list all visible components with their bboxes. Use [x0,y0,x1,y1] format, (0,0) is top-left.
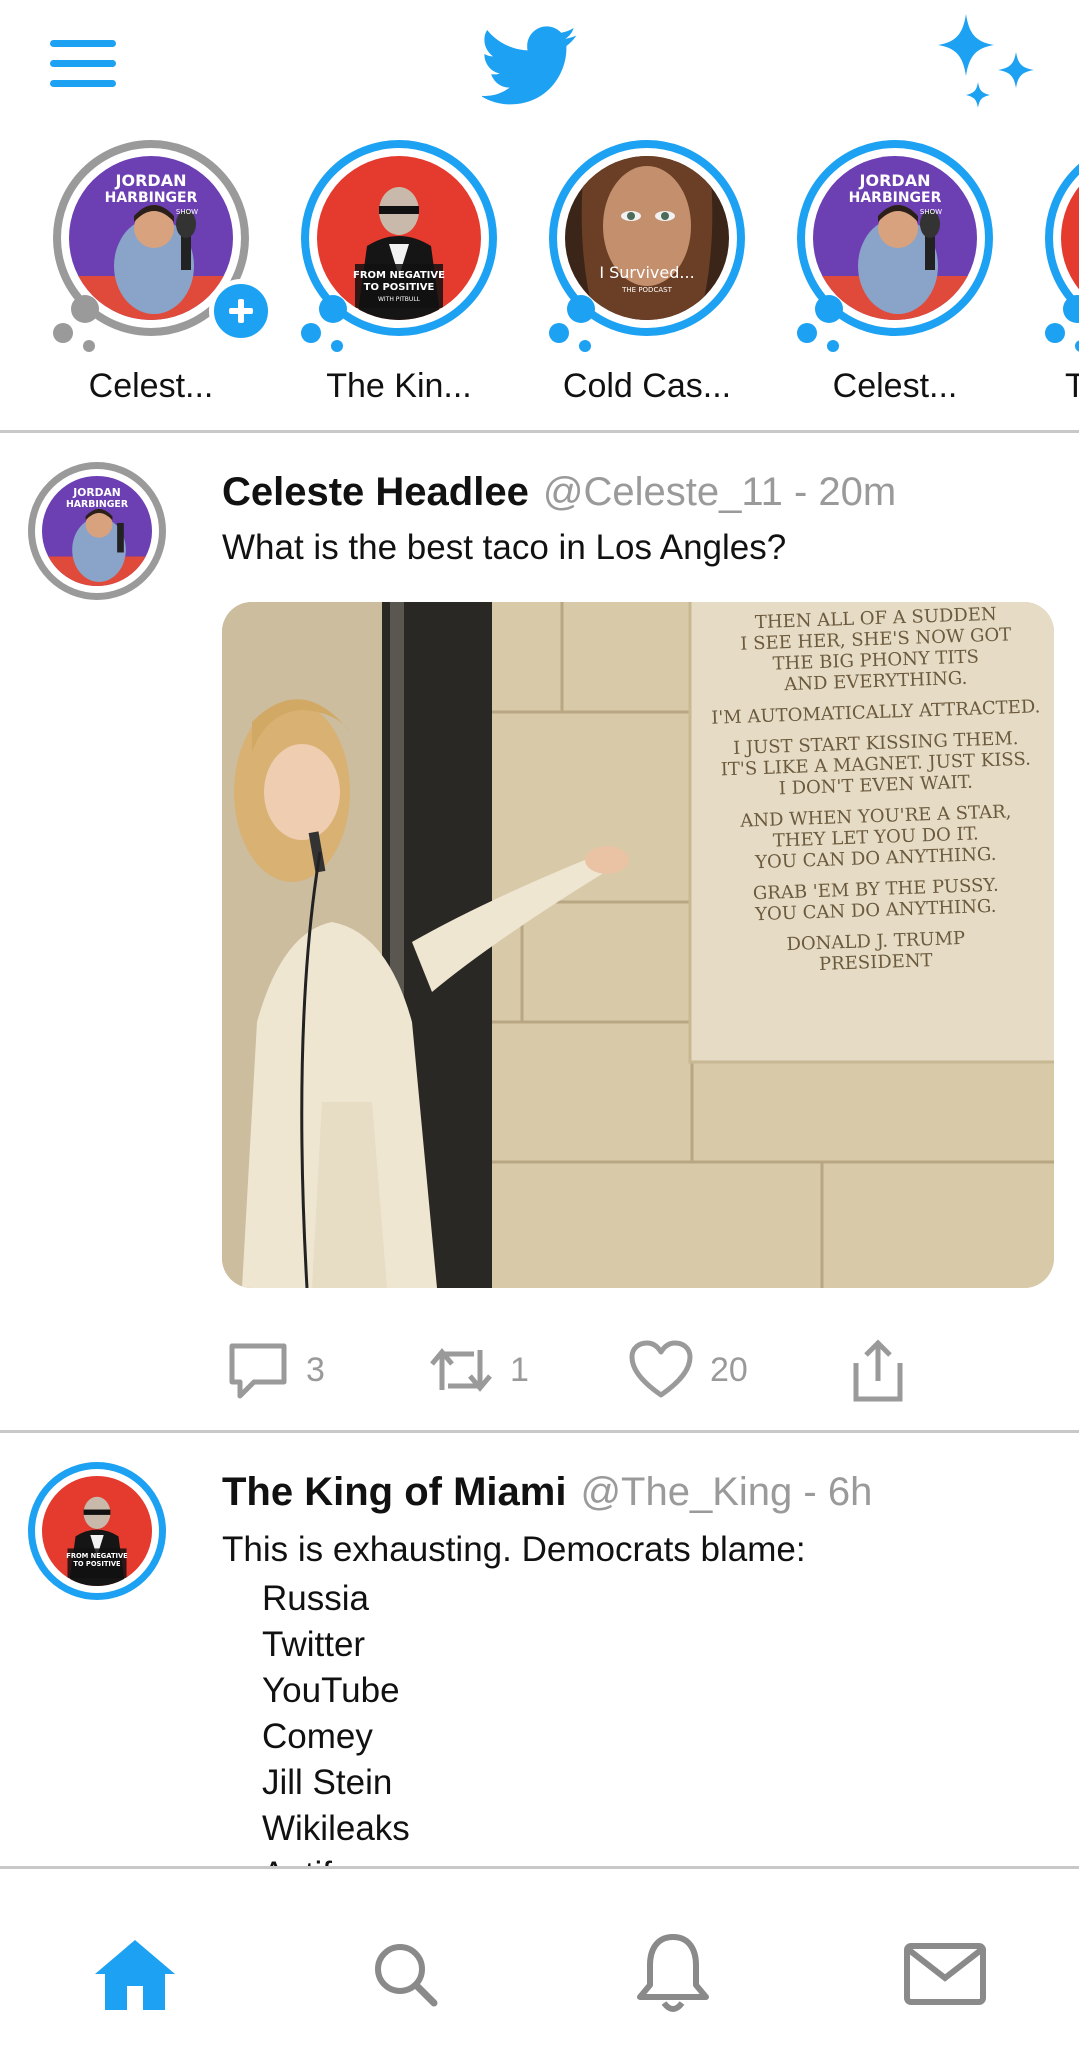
tweet-handle-time[interactable]: @The_King - 6h [580,1470,872,1514]
tweet-list-item: Twitter [262,1625,366,1664]
nav-notifications[interactable] [628,1929,718,2019]
home-icon [95,1940,175,2010]
nav-home[interactable] [90,1929,180,2019]
nav-messages[interactable] [900,1929,990,2019]
tweet-text: This is exhausting. Democrats blame: [222,1530,806,1569]
tweet-avatar[interactable]: FROM NEGATIVE TO POSITIVE [28,1462,166,1600]
tweet-list-item: Russia [262,1579,369,1618]
bell-icon [637,1934,709,2012]
mail-icon [904,1943,986,2005]
tweet-list-item: Jill Stein [262,1763,393,1802]
negative-line2-text: TO POSITIVE [73,1560,121,1568]
tweet-list: Russia Twitter YouTube Comey Jill Stein … [262,1576,410,1866]
tweet-list-item: YouTube [262,1671,400,1710]
negative-line1-text: FROM NEGATIVE [66,1552,128,1560]
search-icon [375,1944,438,2007]
tweet-list-item: Wikileaks [262,1809,410,1848]
nav-search[interactable] [360,1929,450,2019]
tweet-author-name[interactable]: The King of Miami [222,1470,566,1514]
tweet-card[interactable]: FROM NEGATIVE TO POSITIVE The King of Mi… [0,0,1079,1866]
bottom-navigation [0,1866,1079,2060]
tweet-list-item: Comey [262,1717,373,1756]
tweet-header: The King of Miami @The_King - 6h [222,1470,872,1515]
tweet-list-item: Antifa [262,1852,410,1866]
